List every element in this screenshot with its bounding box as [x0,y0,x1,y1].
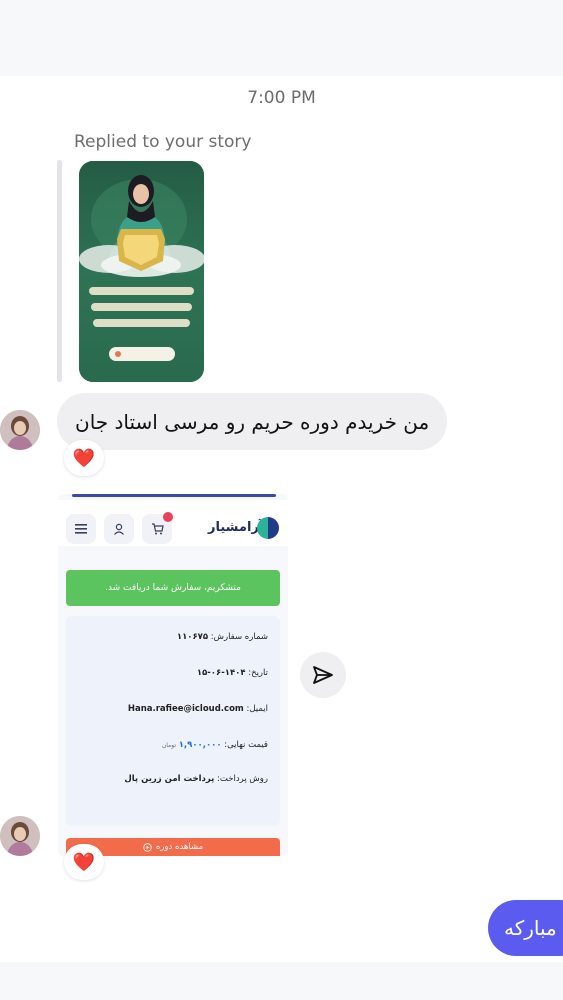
order-price-label: قیمت نهایی: [224,740,268,750]
menu-icon [66,514,96,544]
sent-message-bubble[interactable]: مبارکه [488,900,563,956]
receipt-screenshot[interactable]: آرامشیار متشکریم، سفارش شما دریافت شد. ش… [58,494,288,856]
order-price-row: قیمت نهایی: ۱,۹۰۰,۰۰۰ تومان [162,740,268,750]
order-payment-label: روش پرداخت: [217,774,268,784]
order-price-value: ۱,۹۰۰,۰۰۰ [178,740,222,750]
order-details-card: شماره سفارش: ۱۱۰۶۷۵ تاریخ: ۱۴۰۴-۰۶-۱۵ ای… [66,616,280,826]
site-header: آرامشیار [58,500,288,546]
order-email-row: ایمیل: Hana.rafiee@icloud.com [128,704,268,714]
message-timestamp: 7:00 PM [247,88,316,108]
order-email-value: Hana.rafiee@icloud.com [127,704,244,714]
order-number-label: شماره سفارش: [210,632,268,642]
send-icon [313,666,333,684]
story-thumbnail[interactable] [79,161,204,382]
screenshot-top-line [72,494,276,497]
order-price-unit: تومان [161,742,177,749]
top-bar [0,0,563,76]
order-number-row: شماره سفارش: ۱۱۰۶۷۵ [177,632,268,642]
avatar-image [0,410,40,450]
order-payment-value: پرداخت امن زرین پال [124,774,215,784]
order-number-value: ۱۱۰۶۷۵ [176,632,209,642]
brand-logo-icon [257,517,279,539]
user-icon [104,514,134,544]
received-message-bubble[interactable]: من خریدم دوره حریم رو مرسی استاد جان [57,393,448,450]
heart-icon: ❤️ [72,851,96,873]
bottom-bar [0,962,563,1000]
reaction-heart[interactable]: ❤️ [64,844,104,880]
share-button[interactable] [300,652,346,698]
sender-avatar[interactable] [0,816,40,856]
received-message-text: من خریدم دوره حریم رو مرسی استاد جان [75,409,430,434]
view-course-label: مشاهده دوره [155,842,204,852]
cart-badge [163,512,173,522]
reply-indicator-bar [57,160,62,382]
story-image [79,161,204,382]
sender-avatar[interactable] [0,410,40,450]
reaction-heart[interactable]: ❤️ [64,440,104,476]
replied-to-story-label: Replied to your story [74,132,252,152]
sent-message-text: مبارکه [504,916,557,940]
order-date-value: ۱۴۰۴-۰۶-۱۵ [196,668,246,678]
play-circle-icon [143,842,152,852]
avatar-image [0,816,40,856]
heart-icon: ❤️ [72,447,96,469]
order-date-row: تاریخ: ۱۴۰۴-۰۶-۱۵ [197,668,268,678]
order-email-label: ایمیل: [246,704,268,714]
order-date-label: تاریخ: [248,668,268,678]
order-payment-row: روش پرداخت: پرداخت امن زرین پال [124,774,268,784]
order-success-banner: متشکریم، سفارش شما دریافت شد. [66,570,280,606]
